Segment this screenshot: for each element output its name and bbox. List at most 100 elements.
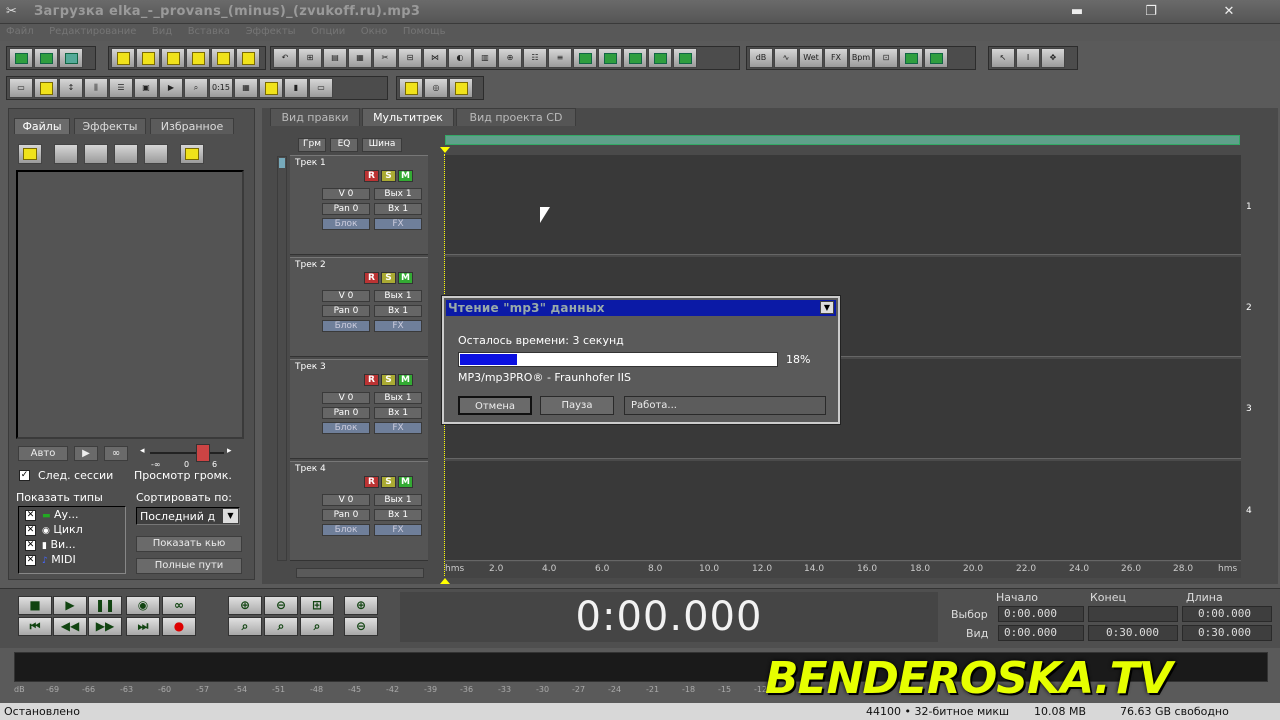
output-button[interactable]: Вых 1: [374, 290, 422, 302]
menu-edit[interactable]: Редактирование: [49, 26, 136, 37]
horizontal-scrollbar[interactable]: [296, 568, 424, 578]
rewind-button[interactable]: ◀◀: [53, 617, 87, 636]
save-icon[interactable]: [186, 48, 210, 68]
wet-icon[interactable]: Wet: [799, 48, 823, 68]
slider-right-arrow-icon[interactable]: ▸: [227, 446, 232, 456]
overview-bar[interactable]: [445, 135, 1240, 145]
input-button[interactable]: Вх 1: [374, 305, 422, 317]
zoom-selection-icon[interactable]: ⌕: [300, 617, 334, 636]
solo-button[interactable]: S: [381, 170, 396, 182]
hybrid-tool-icon[interactable]: ↖: [991, 48, 1015, 68]
playhead-marker-icon[interactable]: [440, 147, 450, 153]
track-header[interactable]: Трек 4 R S M V 0 Вых 1 Pan 0 Вх 1 Блок F…: [290, 461, 428, 561]
type-midi-checkbox[interactable]: ✕: [25, 555, 36, 566]
loop-play-button[interactable]: ∞: [162, 596, 196, 615]
go-to-end-button[interactable]: ⏭: [126, 617, 160, 636]
bpm-icon[interactable]: Bpm: [849, 48, 873, 68]
solo-button[interactable]: S: [381, 272, 396, 284]
tab-bus[interactable]: Шина: [362, 138, 402, 152]
mute-button[interactable]: M: [398, 374, 413, 386]
mix-paste-icon[interactable]: ⋈: [423, 48, 447, 68]
cut-icon[interactable]: ✂: [373, 48, 397, 68]
track-header[interactable]: Трек 3 R S M V 0 Вых 1 Pan 0 Вх 1 Блок F…: [290, 359, 428, 459]
track-lane[interactable]: [445, 461, 1241, 561]
window-bars-icon[interactable]: ▮: [284, 78, 308, 98]
tab-volume[interactable]: Грм: [298, 138, 326, 152]
auto-play-button[interactable]: Авто: [18, 446, 68, 461]
save-all-icon[interactable]: [211, 48, 235, 68]
minimize-button[interactable]: ▬: [1066, 2, 1088, 21]
fx-button[interactable]: FX: [374, 524, 422, 536]
input-button[interactable]: Вх 1: [374, 407, 422, 419]
sort-select[interactable]: Последний д ▼: [136, 507, 240, 525]
lock-button[interactable]: Блок: [322, 422, 370, 434]
cancel-button[interactable]: Отмена: [458, 396, 532, 415]
close-button[interactable]: ✕: [1218, 2, 1240, 21]
tab-edit-view[interactable]: Вид правки: [270, 108, 360, 126]
solo-button[interactable]: S: [381, 476, 396, 488]
time-select-icon[interactable]: I: [1016, 48, 1040, 68]
playhead-bottom-marker-icon[interactable]: [440, 578, 450, 584]
preview-loop-button[interactable]: ∞: [104, 446, 128, 461]
tab-multitrack[interactable]: Мультитрек: [362, 108, 454, 126]
trim-icon[interactable]: ⊟: [398, 48, 422, 68]
mute-button[interactable]: M: [398, 272, 413, 284]
move-tool-icon[interactable]: ✥: [1041, 48, 1065, 68]
output-button[interactable]: Вых 1: [374, 494, 422, 506]
preview-play-button[interactable]: ▶: [74, 446, 98, 461]
record-button[interactable]: ●: [162, 617, 196, 636]
solo-button[interactable]: S: [381, 374, 396, 386]
dialog-menu-icon[interactable]: ▼: [820, 301, 834, 314]
mute-button[interactable]: M: [398, 170, 413, 182]
window-mixer-icon[interactable]: ⫼: [84, 78, 108, 98]
track-lane[interactable]: [445, 155, 1241, 255]
window-tracks-icon[interactable]: ▦: [234, 78, 258, 98]
pause-transport-button[interactable]: ❚❚: [88, 596, 122, 615]
multitrack-view-icon[interactable]: [34, 48, 58, 68]
fade-icon[interactable]: [598, 48, 622, 68]
lock-button[interactable]: Блок: [322, 218, 370, 230]
edit-file-icon-panel[interactable]: [114, 144, 138, 164]
window-play-icon[interactable]: ▶: [159, 78, 183, 98]
play-to-end-button[interactable]: ◉: [126, 596, 160, 615]
cd-icon[interactable]: [399, 78, 423, 98]
tab-favorites[interactable]: Избранное: [150, 118, 234, 134]
scrollbar-thumb[interactable]: [279, 158, 285, 168]
fx-button[interactable]: FX: [374, 422, 422, 434]
zoom-in-vertical-icon[interactable]: ⊕: [344, 596, 378, 615]
record-arm-button[interactable]: R: [364, 272, 379, 284]
menu-help[interactable]: Помощь: [403, 26, 446, 37]
zoom-out-icon[interactable]: ⊖: [264, 596, 298, 615]
zero-cross-icon[interactable]: ☷: [523, 48, 547, 68]
zoom-in-icon[interactable]: ⊕: [228, 596, 262, 615]
slider-left-arrow-icon[interactable]: ◂: [140, 446, 145, 456]
selection-length-field[interactable]: 0:00.000: [1182, 606, 1272, 622]
fx-button[interactable]: FX: [374, 218, 422, 230]
menu-window[interactable]: Окно: [361, 26, 388, 37]
lock-icon[interactable]: ⊡: [874, 48, 898, 68]
menu-insert[interactable]: Вставка: [188, 26, 230, 37]
type-loop-checkbox[interactable]: ✕: [25, 525, 36, 536]
loop-icon[interactable]: [673, 48, 697, 68]
tab-cd-view[interactable]: Вид проекта CD: [456, 108, 576, 126]
menu-options[interactable]: Опции: [311, 26, 345, 37]
output-button[interactable]: Вых 1: [374, 392, 422, 404]
window-status-icon[interactable]: ▭: [309, 78, 333, 98]
insert-icon-panel[interactable]: [144, 144, 168, 164]
view-start-field[interactable]: 0:00.000: [998, 625, 1084, 641]
tab-eq[interactable]: EQ: [330, 138, 358, 152]
zoom-out-vertical-icon[interactable]: ⊖: [344, 617, 378, 636]
normalize-icon[interactable]: [623, 48, 647, 68]
pan-icon[interactable]: ∿: [774, 48, 798, 68]
close-file-icon[interactable]: [236, 48, 260, 68]
scan-icon[interactable]: ◎: [424, 78, 448, 98]
help-icon[interactable]: [449, 78, 473, 98]
pan-control[interactable]: Pan 0: [322, 305, 370, 317]
menu-view[interactable]: Вид: [152, 26, 172, 37]
window-time-icon[interactable]: 0:15: [209, 78, 233, 98]
restore-button[interactable]: ❐: [1140, 2, 1162, 21]
amplify-icon[interactable]: [648, 48, 672, 68]
view-end-field[interactable]: 0:30.000: [1088, 625, 1178, 641]
record-arm-button[interactable]: R: [364, 170, 379, 182]
window-list-icon[interactable]: ☰: [109, 78, 133, 98]
